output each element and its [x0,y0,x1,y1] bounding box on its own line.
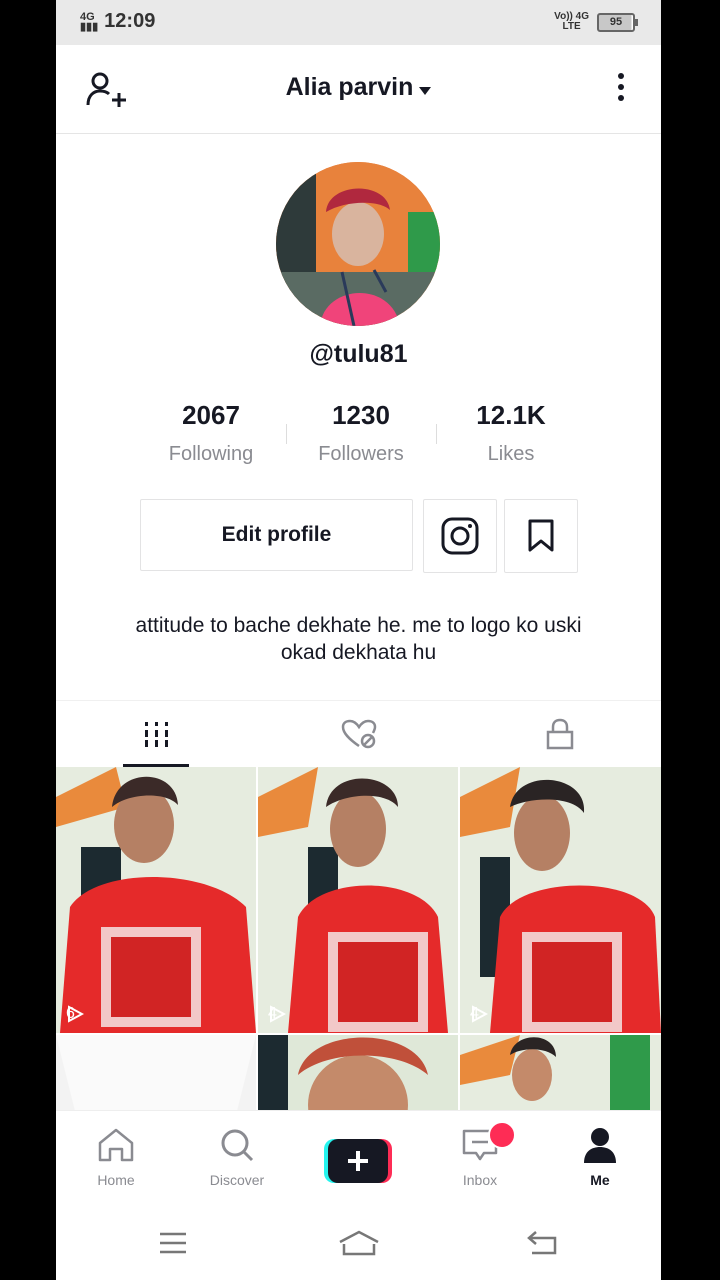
stat-label: Following [168,443,254,465]
bottom-nav: Home Discover Inbox Me [56,1110,661,1209]
clock: 12:09 [104,10,156,32]
stat-following[interactable]: 2067 Following [136,400,286,466]
signal-indicator: 4G ▮▮▮ [80,10,99,33]
page-title: Alia parvin [285,73,414,101]
account-switcher[interactable]: Alia parvin [56,73,661,102]
home-button[interactable] [338,1230,380,1263]
stat-value: 1230 [332,400,390,430]
battery-icon: 95 [597,12,638,32]
view-count: 6 [66,1005,84,1023]
back-icon [527,1231,557,1255]
video-thumbnail[interactable]: 4 [460,767,661,1033]
stat-value: 2067 [182,400,240,430]
bookmark-icon [528,519,554,552]
home-outline-icon [339,1230,379,1256]
status-bar: 4G ▮▮▮ 12:09 Vo)) 4G LTE 95 [56,0,661,45]
chevron-down-icon [419,86,432,95]
video-thumbnail-image [460,767,661,1033]
notification-badge [488,1121,516,1149]
stat-value: 12.1K [476,400,546,430]
tab-videos[interactable] [56,701,258,767]
hidden-heart-icon [341,719,376,749]
view-count: 4 [268,1005,286,1023]
menu-icon [160,1232,186,1254]
video-thumbnail[interactable] [56,1035,256,1115]
nav-discover[interactable]: Discover [197,1127,277,1188]
play-icon [68,1005,84,1023]
signal-bars-icon: ▮▮▮ [80,20,99,33]
grid-icon [144,722,168,747]
nav-me[interactable]: Me [560,1127,640,1188]
tab-private[interactable] [459,701,661,767]
back-button[interactable] [526,1230,558,1261]
system-nav-bar [56,1208,661,1280]
search-icon [221,1129,254,1162]
stat-label: Followers [318,443,404,465]
home-icon [98,1128,134,1162]
video-thumbnail-image [56,767,256,1033]
avatar[interactable] [276,162,440,326]
network-type: 4G [80,10,95,23]
video-thumbnail-image [258,767,458,1033]
status-left: 4G ▮▮▮ 12:09 [80,10,155,33]
nav-label: Inbox [462,1172,498,1188]
network-status: Vo)) 4G LTE [554,12,589,32]
lock-icon [546,718,574,750]
nav-label: Discover [209,1172,265,1188]
nav-label: Me [590,1172,610,1188]
profile-header: Alia parvin [56,45,661,134]
video-grid: 6 4 4 [56,767,661,1115]
video-thumbnail-image [258,1035,458,1115]
nav-inbox[interactable]: Inbox [440,1121,520,1188]
phone-screen: 4G ▮▮▮ 12:09 Vo)) 4G LTE 95 Alia parvin [56,0,661,1280]
stat-likes[interactable]: 12.1K Likes [436,400,586,466]
profile-icon [584,1128,616,1163]
stat-followers[interactable]: 1230 Followers [286,400,436,466]
video-thumbnail-image [460,1035,661,1115]
nav-home[interactable]: Home [76,1127,156,1188]
avatar-photo [276,162,440,326]
profile-bio: attitude to bache dekhate he. me to logo… [135,614,582,664]
lte-label: LTE [562,21,581,32]
favorites-button[interactable] [504,499,578,573]
nav-label: Home [97,1172,135,1188]
profile-stats: 2067 Following 1230 Followers 12.1K Like… [136,400,586,466]
tab-liked[interactable] [258,701,460,767]
menu-button[interactable] [158,1230,188,1261]
username: @tulu81 [309,340,408,368]
instagram-button[interactable] [423,499,497,573]
video-thumbnail-image [56,1035,256,1115]
edit-profile-button[interactable]: Edit profile [140,499,413,571]
play-icon [270,1005,286,1023]
play-icon [472,1005,488,1023]
more-options-button[interactable] [615,73,627,107]
status-right: Vo)) 4G LTE 95 [554,12,638,32]
create-video-button[interactable] [324,1139,392,1183]
content-tabs [56,700,661,767]
stat-label: Likes [487,443,535,465]
video-thumbnail[interactable]: 4 [258,767,458,1033]
video-thumbnail[interactable] [460,1035,661,1115]
instagram-icon [441,517,479,555]
video-thumbnail[interactable]: 6 [56,767,256,1033]
view-count: 4 [470,1005,488,1023]
plus-icon [324,1139,392,1183]
video-thumbnail[interactable] [258,1035,458,1115]
